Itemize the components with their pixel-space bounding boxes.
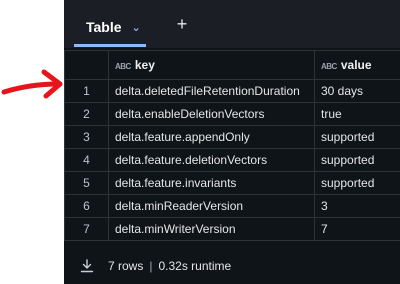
key-cell[interactable]: delta.enableDeletionVectors: [108, 102, 315, 126]
row-number: 6: [64, 194, 109, 218]
results-panel: Table ⌄ + ABC key ABC value 1 delta.delet: [64, 0, 400, 284]
key-cell[interactable]: delta.minWriterVersion: [108, 217, 315, 241]
key-cell[interactable]: delta.feature.invariants: [108, 171, 315, 195]
value-cell[interactable]: supported: [314, 171, 400, 195]
tab-label: Table: [86, 19, 122, 35]
value-cell[interactable]: 30 days: [314, 79, 400, 103]
column-header-key[interactable]: ABC key: [108, 50, 315, 80]
row-number: 3: [64, 125, 109, 149]
table-row[interactable]: 1 delta.deletedFileRetentionDuration 30 …: [64, 79, 400, 103]
row-number: 7: [64, 217, 109, 241]
row-number: 4: [64, 148, 109, 172]
tab-bar: Table ⌄ +: [64, 0, 400, 48]
key-cell[interactable]: delta.feature.deletionVectors: [108, 148, 315, 172]
table-row[interactable]: 3 delta.feature.appendOnly supported: [64, 125, 400, 149]
chevron-down-icon[interactable]: ⌄: [132, 21, 141, 34]
table-header-row: ABC key ABC value: [64, 50, 400, 80]
value-cell[interactable]: supported: [314, 125, 400, 149]
value-cell[interactable]: 7: [314, 217, 400, 241]
table-row[interactable]: 4 delta.feature.deletionVectors supporte…: [64, 148, 400, 172]
column-header-label: value: [340, 58, 372, 72]
footer-separator: |: [149, 259, 153, 273]
key-cell[interactable]: delta.feature.appendOnly: [108, 125, 315, 149]
table-row[interactable]: 2 delta.enableDeletionVectors true: [64, 102, 400, 126]
red-arrow-icon: [1, 69, 63, 99]
row-number: 2: [64, 102, 109, 126]
value-cell[interactable]: supported: [314, 148, 400, 172]
value-cell[interactable]: 3: [314, 194, 400, 218]
key-cell[interactable]: delta.minReaderVersion: [108, 194, 315, 218]
runtime-label: 0.32s runtime: [158, 259, 232, 273]
row-number: 5: [64, 171, 109, 195]
key-cell[interactable]: delta.deletedFileRetentionDuration: [108, 79, 315, 103]
string-type-icon: ABC: [115, 62, 131, 71]
string-type-icon: ABC: [321, 62, 337, 71]
tab-active-indicator: [74, 44, 146, 47]
table-row[interactable]: 6 delta.minReaderVersion 3: [64, 194, 400, 218]
column-header-value[interactable]: ABC value: [314, 50, 400, 80]
row-number-header: [64, 50, 109, 80]
download-icon[interactable]: [80, 259, 94, 273]
row-number: 1: [64, 79, 109, 103]
results-footer: 7 rows | 0.32s runtime: [64, 248, 400, 284]
row-count: 7 rows: [108, 259, 144, 273]
results-table: ABC key ABC value 1 delta.deletedFileReten…: [64, 50, 400, 241]
table-row[interactable]: 5 delta.feature.invariants supported: [64, 171, 400, 195]
value-cell[interactable]: true: [314, 102, 400, 126]
plus-icon[interactable]: +: [172, 12, 192, 36]
tab-table[interactable]: Table ⌄: [74, 12, 144, 42]
table-row[interactable]: 7 delta.minWriterVersion 7: [64, 217, 400, 241]
column-header-label: key: [134, 58, 155, 72]
